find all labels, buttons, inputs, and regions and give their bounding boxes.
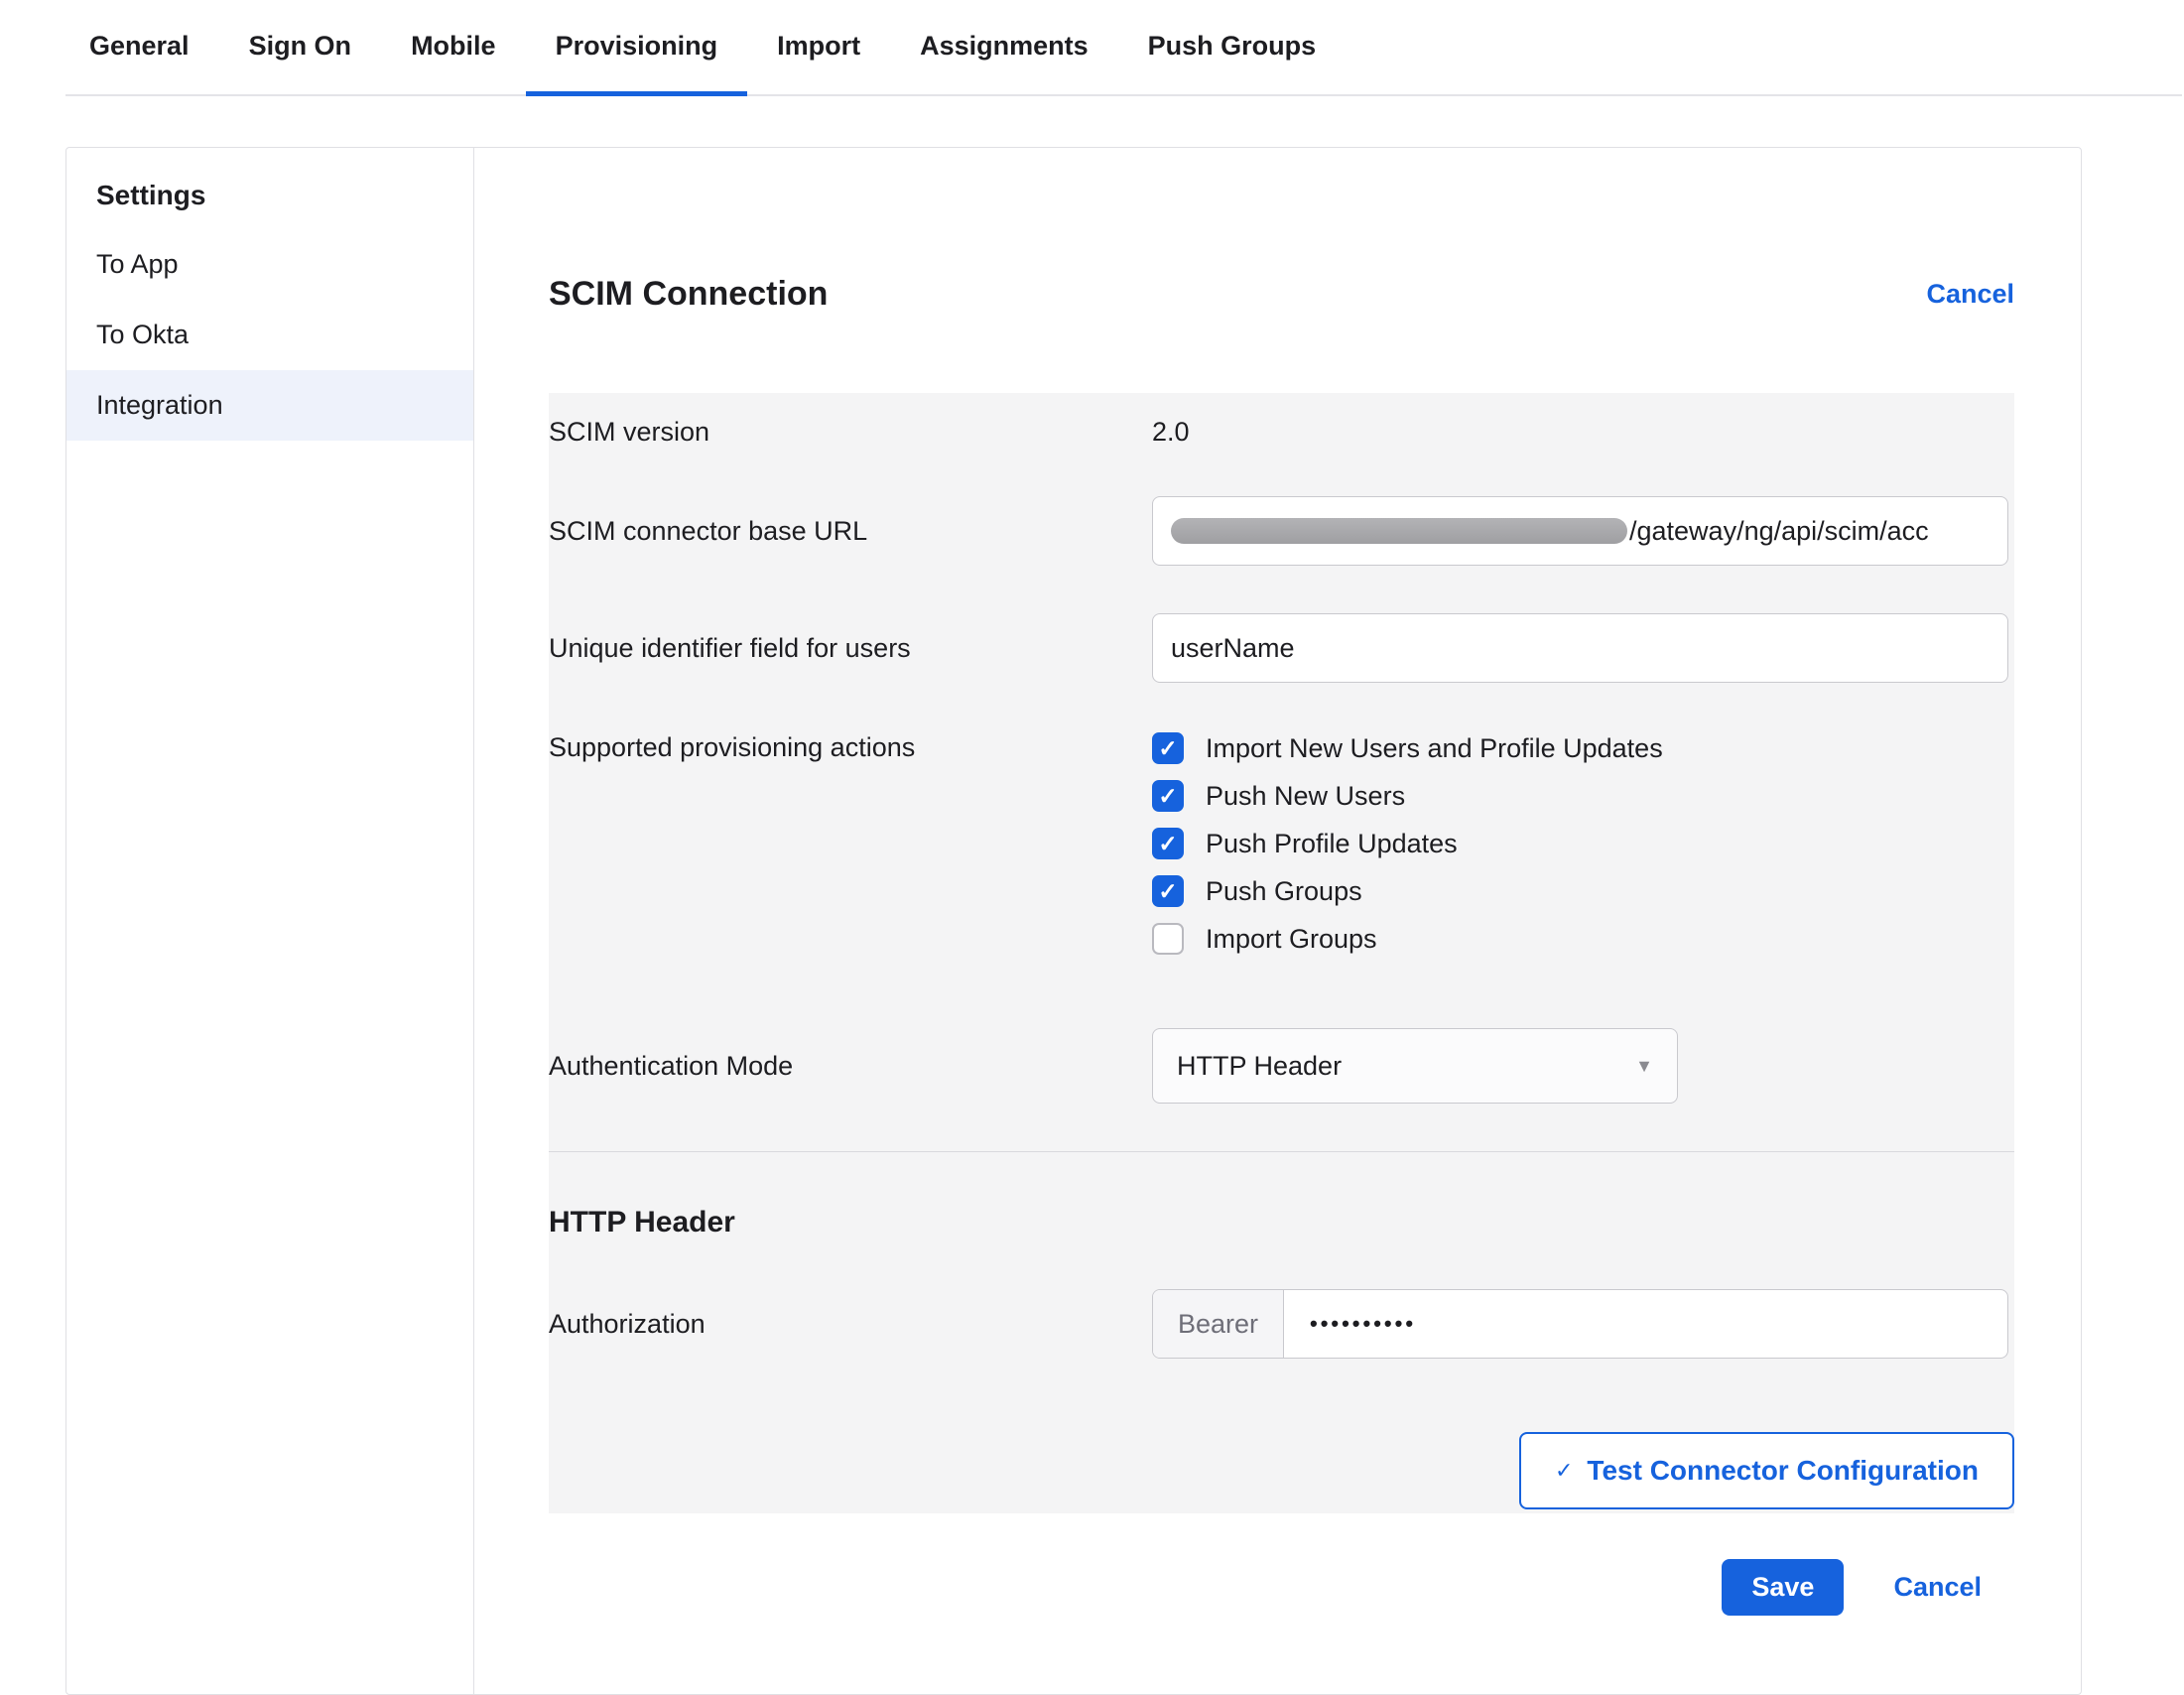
- sidebar-item-integration[interactable]: Integration: [66, 370, 473, 441]
- checkbox-label: Import Groups: [1206, 923, 1377, 955]
- provisioning-actions-row: Supported provisioning actions Import Ne…: [549, 730, 2014, 971]
- scim-form-card: SCIM version 2.0 SCIM connector base URL…: [549, 393, 2014, 1513]
- settings-sidebar: Settings To App To Okta Integration: [66, 148, 474, 1694]
- checkbox-push-profile-updates[interactable]: [1152, 828, 1184, 859]
- base-url-label: SCIM connector base URL: [549, 514, 1152, 548]
- redacted-url-overlay: [1171, 518, 1627, 544]
- app-tab-bar: General Sign On Mobile Provisioning Impo…: [0, 0, 2184, 96]
- base-url-input[interactable]: /gateway/ng/api/scim/acc: [1152, 496, 2008, 566]
- checkbox-push-new-users[interactable]: [1152, 780, 1184, 812]
- unique-identifier-input[interactable]: userName: [1152, 613, 2008, 683]
- sidebar-title: Settings: [66, 166, 473, 229]
- authorization-token-input[interactable]: ••••••••••: [1284, 1290, 2007, 1358]
- checkbox-label: Push Profile Updates: [1206, 828, 1458, 859]
- tab-sign-on[interactable]: Sign On: [219, 0, 382, 96]
- chevron-down-icon: ▼: [1635, 1056, 1653, 1077]
- authentication-mode-row: Authentication Mode HTTP Header ▼: [549, 1028, 2014, 1104]
- page-title: SCIM Connection: [549, 275, 828, 314]
- scim-version-value: 2.0: [1152, 417, 1190, 447]
- provisioning-option-import-users: Import New Users and Profile Updates: [1152, 732, 2008, 764]
- base-url-row: SCIM connector base URL /gateway/ng/api/…: [549, 496, 2014, 566]
- test-connector-configuration-button[interactable]: ✓ Test Connector Configuration: [1519, 1432, 2014, 1509]
- tab-assignments[interactable]: Assignments: [890, 0, 1118, 96]
- check-icon: ✓: [1555, 1458, 1573, 1484]
- scim-connection-section: SCIM Connection Cancel SCIM version 2.0 …: [474, 148, 2081, 1694]
- provisioning-option-push-new-users: Push New Users: [1152, 780, 2008, 812]
- checkbox-label: Import New Users and Profile Updates: [1206, 732, 1663, 764]
- sidebar-item-to-okta[interactable]: To Okta: [66, 300, 473, 370]
- tab-general[interactable]: General: [60, 0, 219, 96]
- checkbox-push-groups[interactable]: [1152, 875, 1184, 907]
- unique-identifier-value: userName: [1171, 633, 1295, 664]
- checkbox-label: Push New Users: [1206, 780, 1405, 812]
- http-header-section-title: HTTP Header: [549, 1206, 2014, 1239]
- tab-mobile[interactable]: Mobile: [381, 0, 526, 96]
- provisioning-panel: Settings To App To Okta Integration SCIM…: [65, 147, 2082, 1695]
- tab-push-groups[interactable]: Push Groups: [1118, 0, 1347, 96]
- authentication-mode-label: Authentication Mode: [549, 1049, 1152, 1083]
- checkbox-label: Push Groups: [1206, 875, 1362, 907]
- provisioning-option-push-profile-updates: Push Profile Updates: [1152, 828, 2008, 859]
- tab-provisioning[interactable]: Provisioning: [526, 0, 748, 96]
- authorization-label: Authorization: [549, 1307, 1152, 1341]
- cancel-link-bottom[interactable]: Cancel: [1893, 1572, 1982, 1603]
- checkbox-import-users[interactable]: [1152, 732, 1184, 764]
- section-divider: [549, 1151, 2014, 1152]
- sidebar-item-to-app[interactable]: To App: [66, 229, 473, 300]
- scim-version-row: SCIM version 2.0: [549, 415, 2014, 449]
- save-button[interactable]: Save: [1722, 1559, 1844, 1616]
- bearer-prefix: Bearer: [1153, 1290, 1284, 1358]
- checkbox-import-groups[interactable]: [1152, 923, 1184, 955]
- provisioning-option-push-groups: Push Groups: [1152, 875, 2008, 907]
- base-url-visible-text: /gateway/ng/api/scim/acc: [1629, 516, 1929, 547]
- provisioning-actions-label: Supported provisioning actions: [549, 730, 1152, 764]
- scim-version-label: SCIM version: [549, 415, 1152, 449]
- unique-identifier-label: Unique identifier field for users: [549, 631, 1152, 665]
- unique-identifier-row: Unique identifier field for users userNa…: [549, 613, 2014, 683]
- cancel-link-top[interactable]: Cancel: [1926, 279, 2014, 310]
- authentication-mode-value: HTTP Header: [1177, 1051, 1342, 1082]
- tab-import[interactable]: Import: [747, 0, 890, 96]
- authorization-row: Authorization Bearer ••••••••••: [549, 1289, 2014, 1359]
- provisioning-option-import-groups: Import Groups: [1152, 923, 2008, 955]
- authorization-input-group: Bearer ••••••••••: [1152, 1289, 2008, 1359]
- authentication-mode-select[interactable]: HTTP Header ▼: [1152, 1028, 1678, 1104]
- test-button-label: Test Connector Configuration: [1587, 1455, 1979, 1487]
